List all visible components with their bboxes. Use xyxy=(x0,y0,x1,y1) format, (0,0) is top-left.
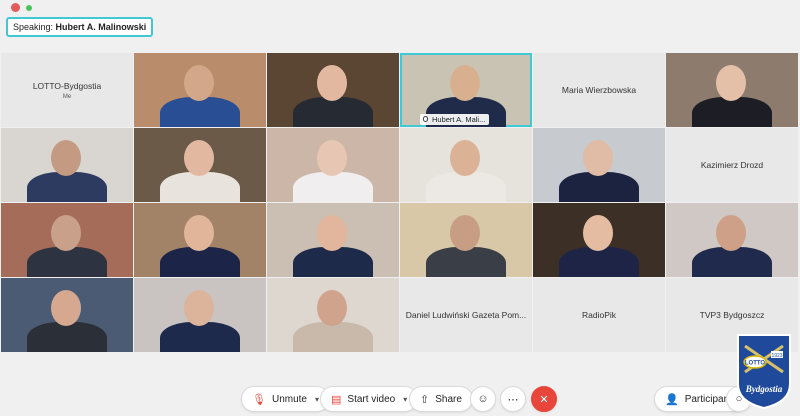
participants-icon: 👤 xyxy=(665,393,679,406)
participant-figure xyxy=(293,97,373,127)
participant-video-tile[interactable] xyxy=(400,128,532,202)
participant-face xyxy=(583,140,613,176)
share-button[interactable]: ⇧ Share xyxy=(409,386,473,412)
unmute-label: Unmute xyxy=(271,393,307,405)
participant-face xyxy=(51,140,81,176)
name-tag-label: Hubert A. Mali... xyxy=(432,115,486,124)
chevron-down-icon[interactable]: ▾ xyxy=(403,395,407,404)
participant-video-tile[interactable] xyxy=(666,203,798,277)
participant-face xyxy=(317,290,347,326)
participant-grid: LOTTO-Bydgostia Me Hubert A. Mali... Maria … xyxy=(0,53,800,353)
crest-logo-text: LOTTO xyxy=(745,361,766,367)
participant-face xyxy=(583,215,613,251)
participant-figure xyxy=(293,322,373,352)
participant-figure xyxy=(27,172,107,202)
participant-name: TVP3 Bydgoszcz xyxy=(699,310,765,320)
participant-video-tile[interactable] xyxy=(134,53,266,127)
crest-name: Bydgostia xyxy=(745,384,783,394)
end-meeting-button[interactable]: ✕ xyxy=(531,386,557,412)
participant-name: LOTTO-Bydgostia xyxy=(32,80,102,91)
unmute-button[interactable]: 🎙 Unmute ▾ xyxy=(241,386,330,412)
participant-tile-placeholder[interactable]: RadioPik xyxy=(533,278,665,352)
participant-face xyxy=(184,65,214,101)
participant-face xyxy=(317,140,347,176)
participant-video-tile[interactable] xyxy=(267,128,399,202)
participant-video-tile[interactable] xyxy=(134,203,266,277)
participant-tile-placeholder[interactable]: Kazimierz Drozd xyxy=(666,128,798,202)
participant-figure xyxy=(559,247,639,277)
close-window-icon[interactable] xyxy=(11,3,20,12)
participant-face xyxy=(450,65,480,101)
participant-figure xyxy=(293,247,373,277)
participant-video-tile[interactable] xyxy=(666,53,798,127)
participant-face xyxy=(184,140,214,176)
participant-figure xyxy=(426,247,506,277)
participant-name: Daniel Ludwiński Gazeta Pom... xyxy=(405,310,527,320)
participant-video-tile[interactable] xyxy=(134,278,266,352)
participant-face xyxy=(184,215,214,251)
active-speaker-name-tag: Hubert A. Mali... xyxy=(420,114,490,125)
participant-video-tile[interactable] xyxy=(267,278,399,352)
bydgostia-crest-logo: LOTTO 1923 Bydgostia xyxy=(737,334,791,410)
video-off-icon: ▤ xyxy=(331,393,342,406)
participant-figure xyxy=(160,172,240,202)
participant-face xyxy=(450,140,480,176)
participant-face xyxy=(317,65,347,101)
participant-figure xyxy=(559,172,639,202)
more-icon: ⋯ xyxy=(507,393,519,406)
status-dot-icon xyxy=(26,4,32,11)
participant-figure xyxy=(160,97,240,127)
participant-figure xyxy=(293,172,373,202)
smiley-icon: ☺ xyxy=(477,393,489,405)
microphone-icon xyxy=(423,116,428,122)
speaking-prefix: Speaking: xyxy=(13,22,54,32)
participant-video-tile[interactable] xyxy=(267,53,399,127)
participant-video-tile[interactable]: Hubert A. Mali... xyxy=(400,53,532,127)
participant-video-tile[interactable] xyxy=(400,203,532,277)
meeting-toolbar: 🎙 Unmute ▾ ▤ Start video ▾ ⇧ Share ☺ ⋯ ✕… xyxy=(0,380,800,416)
speaking-indicator: Speaking: Hubert A. Malinowski xyxy=(6,17,154,37)
participant-figure xyxy=(160,322,240,352)
participant-figure xyxy=(692,97,772,127)
participant-tile-placeholder[interactable]: Daniel Ludwiński Gazeta Pom... xyxy=(400,278,532,352)
crest-year: 1923 xyxy=(771,353,782,359)
chevron-down-icon[interactable]: ▾ xyxy=(315,395,319,404)
participant-face xyxy=(51,215,81,251)
participant-name: Kazimierz Drozd xyxy=(700,160,764,170)
reactions-button[interactable]: ☺ xyxy=(470,386,496,412)
participant-video-tile[interactable] xyxy=(1,203,133,277)
start-video-button[interactable]: ▤ Start video ▾ xyxy=(320,386,419,412)
participant-video-tile[interactable] xyxy=(267,203,399,277)
participant-face xyxy=(450,215,480,251)
participant-video-tile[interactable] xyxy=(1,278,133,352)
participant-video-tile[interactable] xyxy=(1,128,133,202)
participant-face xyxy=(317,215,347,251)
participant-name: Maria Wierzbowska xyxy=(561,85,637,95)
share-icon: ⇧ xyxy=(420,393,430,406)
share-label: Share xyxy=(435,393,462,405)
close-icon: ✕ xyxy=(539,393,549,406)
participant-sub-label: Me xyxy=(62,93,72,100)
participant-tile-placeholder[interactable]: Maria Wierzbowska xyxy=(533,53,665,127)
start-video-label: Start video xyxy=(347,393,396,405)
microphone-muted-icon: 🎙 xyxy=(252,393,266,406)
participant-figure xyxy=(426,172,506,202)
window-controls xyxy=(11,3,32,12)
participant-figure xyxy=(27,322,107,352)
participant-face xyxy=(716,215,746,251)
participant-video-tile[interactable] xyxy=(533,203,665,277)
participant-tile-placeholder[interactable]: LOTTO-Bydgostia Me xyxy=(1,53,133,127)
participant-video-tile[interactable] xyxy=(134,128,266,202)
participant-figure xyxy=(160,247,240,277)
participant-face xyxy=(184,290,214,326)
participant-video-tile[interactable] xyxy=(533,128,665,202)
participant-figure xyxy=(27,247,107,277)
participant-face xyxy=(51,290,81,326)
participant-figure xyxy=(692,247,772,277)
speaking-name: Hubert A. Malinowski xyxy=(55,22,147,32)
participant-face xyxy=(716,65,746,101)
participant-name: RadioPik xyxy=(581,310,617,320)
more-button[interactable]: ⋯ xyxy=(500,386,526,412)
